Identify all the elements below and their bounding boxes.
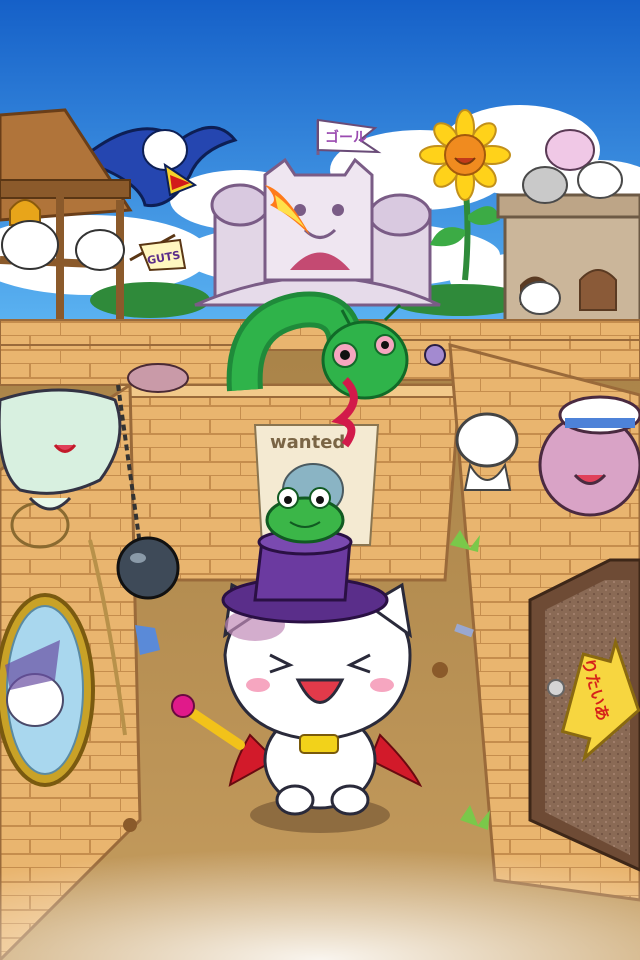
door-knob[interactable] xyxy=(547,679,565,697)
small-purple-cat xyxy=(424,344,446,366)
goal-flag-text: ゴール xyxy=(325,129,367,146)
wanted-poster-text: wanted xyxy=(270,432,345,453)
stone-tower xyxy=(496,193,640,337)
mirror-icon xyxy=(0,593,95,787)
scene-canvas: ゴール GUTS wanted りたいあ xyxy=(0,0,640,960)
bottom-fade xyxy=(0,820,640,960)
game-scene: ゴール GUTS wanted りたいあ xyxy=(0,0,640,960)
peeking-cat xyxy=(127,363,189,393)
